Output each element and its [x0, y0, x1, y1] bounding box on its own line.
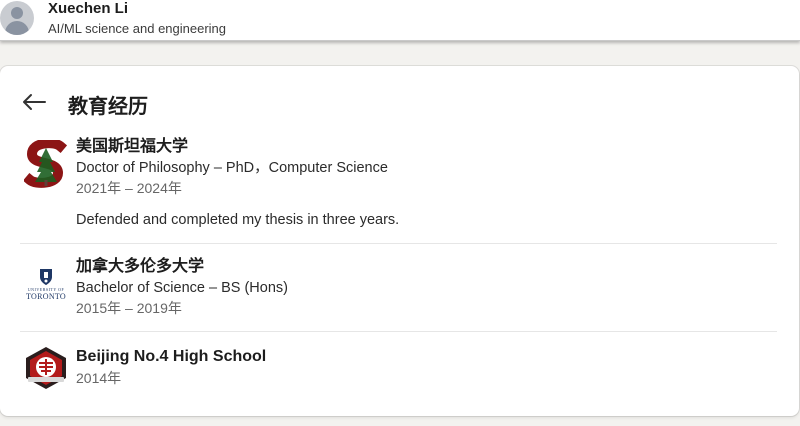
degree: Doctor of Philosophy – PhD，Computer Scie…: [76, 160, 388, 176]
toronto-crest-icon: [40, 268, 52, 285]
divider: [20, 243, 777, 244]
description: Defended and completed my thesis in thre…: [76, 212, 400, 228]
beijing-no4-logo-icon[interactable]: [20, 342, 72, 394]
dates: 2021年 – 2024年: [76, 180, 182, 196]
avatar-head: [11, 7, 23, 19]
back-button[interactable]: [20, 90, 48, 114]
education-text: Beijing No.4 High School 2014年: [76, 346, 266, 388]
top-bar: Xuechen Li AI/ML science and engineering: [0, 0, 800, 41]
education-card: 教育经历 美国斯坦福大学 Doctor of Philosophy – PhD，…: [0, 66, 799, 416]
stanford-logo-icon[interactable]: [20, 138, 72, 190]
profile-name[interactable]: Xuechen Li: [48, 0, 128, 17]
school-name[interactable]: 加拿大多伦多大学: [76, 256, 288, 278]
profile-headline: AI/ML science and engineering: [48, 21, 227, 36]
section-title: 教育经历: [68, 96, 148, 118]
school-name[interactable]: Beijing No.4 High School: [76, 346, 266, 368]
divider: [20, 331, 777, 332]
education-item-beijing-no4[interactable]: Beijing No.4 High School 2014年: [20, 346, 777, 396]
dates: 2015年 – 2019年: [76, 300, 182, 316]
education-item-toronto[interactable]: UNIVERSITY OF TORONTO 加拿大多伦多大学 Bachelor …: [20, 256, 777, 326]
toronto-logo-text: TORONTO: [25, 291, 67, 301]
education-text: 加拿大多伦多大学 Bachelor of Science – BS (Hons)…: [76, 256, 288, 318]
education-item-stanford[interactable]: 美国斯坦福大学 Doctor of Philosophy – PhD，Compu…: [20, 136, 777, 236]
school-name[interactable]: 美国斯坦福大学: [76, 136, 399, 158]
degree: Bachelor of Science – BS (Hons): [76, 280, 288, 296]
avatar[interactable]: [0, 1, 34, 35]
toronto-logo-icon[interactable]: UNIVERSITY OF TORONTO: [20, 258, 72, 310]
education-text: 美国斯坦福大学 Doctor of Philosophy – PhD，Compu…: [76, 136, 399, 230]
dates: 2014年: [76, 370, 122, 386]
arrow-left-icon: [23, 94, 46, 110]
avatar-body: [5, 21, 29, 35]
